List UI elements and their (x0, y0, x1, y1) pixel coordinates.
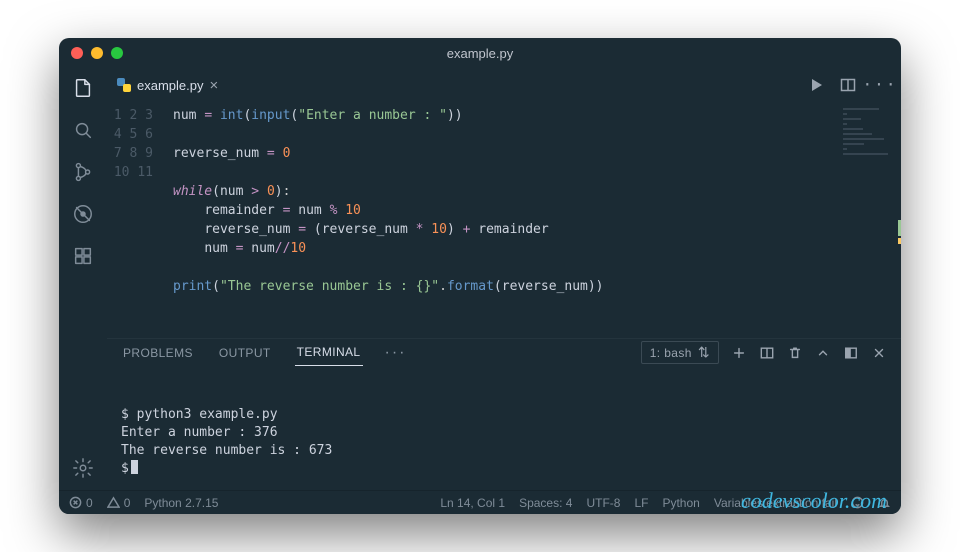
gutter-marker-modified (898, 220, 901, 236)
status-errors[interactable]: 0 (69, 496, 93, 510)
terminal-selector-label: 1: bash (650, 346, 692, 360)
split-terminal-icon[interactable] (759, 345, 775, 361)
window-title: example.py (59, 46, 901, 61)
run-icon[interactable] (807, 76, 825, 94)
search-icon[interactable] (71, 118, 95, 142)
panel-more-icon[interactable]: ··· (385, 345, 407, 361)
chevron-updown-icon: ⇅ (698, 344, 710, 361)
panel-tab-output[interactable]: OUTPUT (217, 340, 273, 366)
activity-bar (59, 68, 107, 490)
titlebar: example.py (59, 38, 901, 68)
minimize-window-button[interactable] (91, 47, 103, 59)
editor[interactable]: 1 2 3 4 5 6 7 8 9 10 11 num = int(input(… (107, 102, 901, 338)
terminal[interactable]: $ python3 example.pyEnter a number : 376… (107, 366, 901, 514)
extensions-icon[interactable] (71, 244, 95, 268)
editor-window: example.py (59, 38, 901, 514)
tab-filename: example.py (137, 78, 203, 93)
split-editor-icon[interactable] (839, 76, 857, 94)
watermark: codevscolor.com (741, 492, 887, 510)
tab-example-py[interactable]: example.py × (107, 68, 228, 102)
debug-icon[interactable] (71, 202, 95, 226)
explorer-icon[interactable] (71, 76, 95, 100)
close-tab-icon[interactable]: × (209, 78, 218, 93)
close-window-button[interactable] (71, 47, 83, 59)
minimap[interactable] (837, 102, 901, 338)
line-gutter: 1 2 3 4 5 6 7 8 9 10 11 (107, 102, 165, 338)
tab-bar: example.py × ··· (107, 68, 901, 102)
code-area[interactable]: num = int(input("Enter a number : ")) re… (165, 102, 837, 338)
panel-tab-terminal[interactable]: TERMINAL (295, 339, 363, 366)
python-file-icon (117, 78, 131, 92)
settings-gear-icon[interactable] (71, 456, 95, 480)
maximize-panel-icon[interactable] (843, 345, 859, 361)
source-control-icon[interactable] (71, 160, 95, 184)
terminal-selector[interactable]: 1: bash ⇅ (641, 341, 719, 364)
kill-terminal-icon[interactable] (787, 345, 803, 361)
gutter-marker-warning (898, 238, 901, 244)
chevron-up-icon[interactable] (815, 345, 831, 361)
panel-tab-problems[interactable]: PROBLEMS (121, 340, 195, 366)
zoom-window-button[interactable] (111, 47, 123, 59)
bottom-panel: PROBLEMS OUTPUT TERMINAL ··· 1: bash ⇅ (107, 338, 901, 490)
new-terminal-icon[interactable] (731, 345, 747, 361)
close-panel-icon[interactable] (871, 345, 887, 361)
more-actions-icon[interactable]: ··· (871, 76, 889, 94)
window-controls (71, 47, 123, 59)
error-icon (69, 496, 82, 509)
